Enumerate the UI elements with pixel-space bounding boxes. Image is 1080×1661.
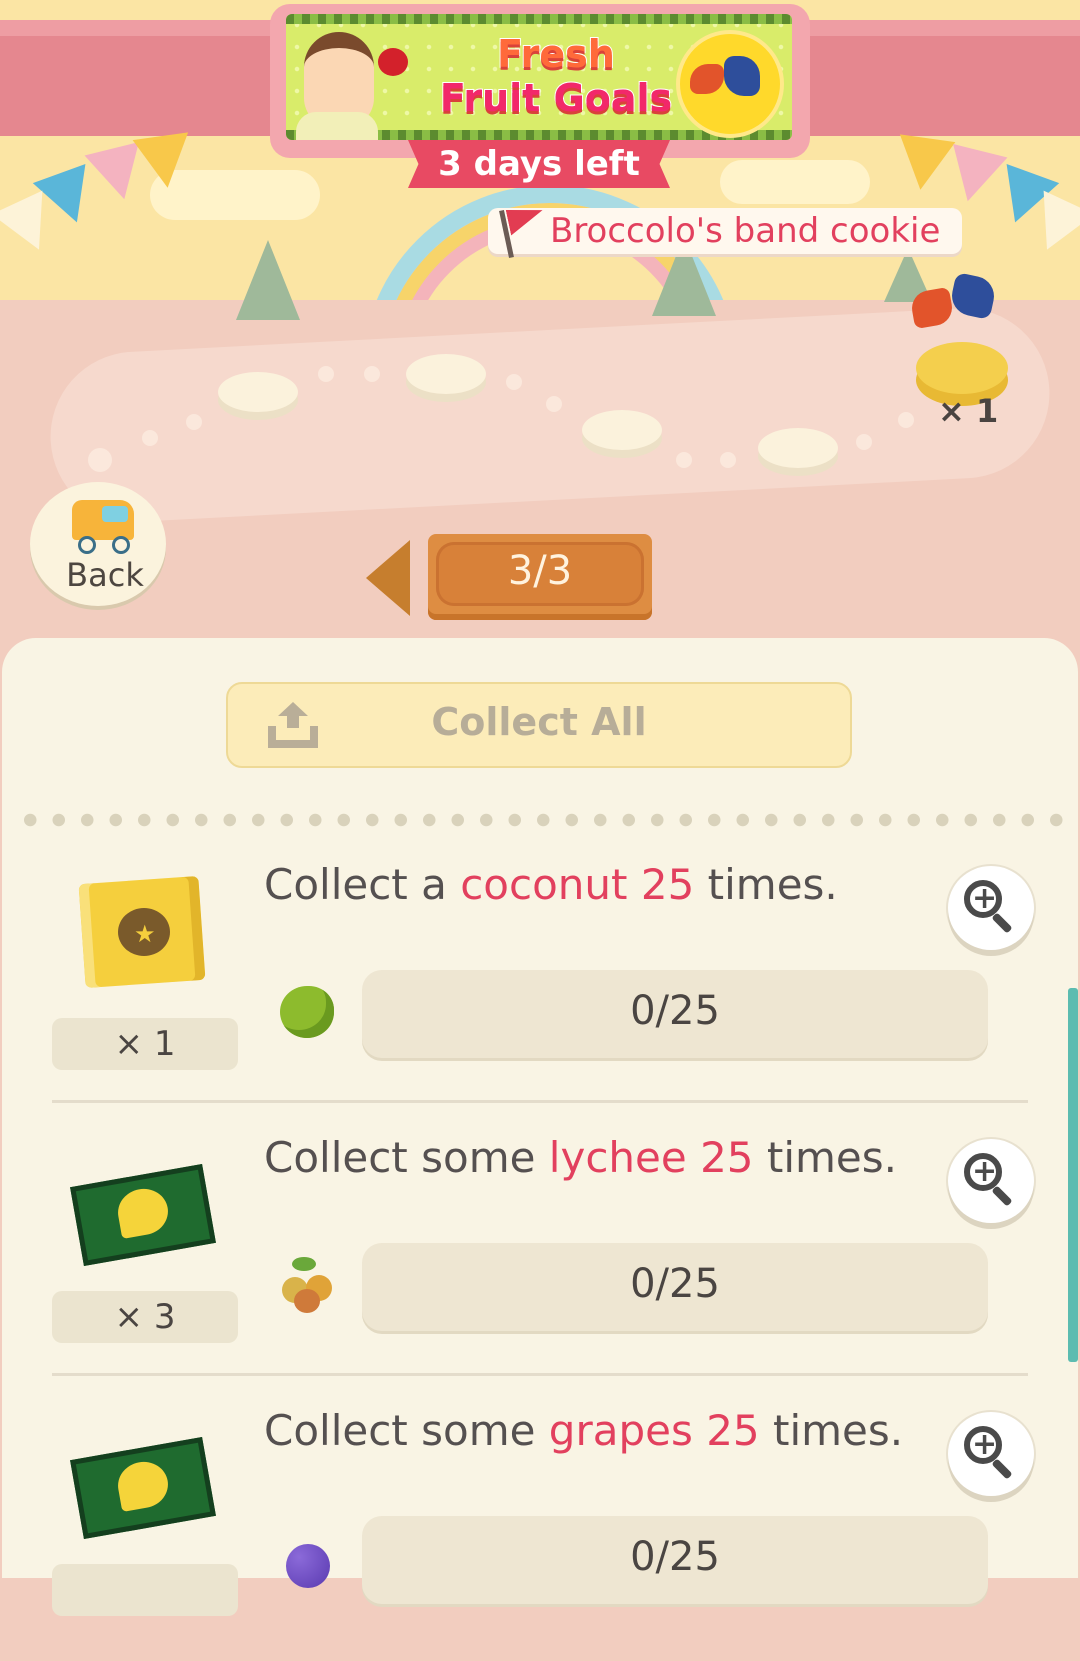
dotted-divider <box>16 812 1070 828</box>
task-row: ★ × 1 Collect a coconut 25 times. + 0/25 <box>0 842 1080 1115</box>
reward-count: × 3 <box>52 1291 238 1343</box>
task-amount: 25 <box>640 860 695 909</box>
tree <box>236 240 300 320</box>
task-text-after: times. <box>694 860 838 909</box>
progress-label: 0/25 <box>630 1534 720 1580</box>
leaf-ticket-icon <box>70 1145 220 1275</box>
task-item: lychee <box>548 1133 687 1182</box>
star-icon: ★ <box>134 920 156 948</box>
path-dot <box>546 396 562 412</box>
task-description: Collect some grapes 25 times. <box>264 1406 903 1455</box>
zoom-handle <box>991 1185 1013 1207</box>
path-dot <box>720 452 736 468</box>
reward-count: × 1 <box>52 1018 238 1070</box>
goal-reward-count: × 1 <box>938 392 999 430</box>
reward-count <box>52 1564 238 1616</box>
path-stone <box>582 410 662 450</box>
page-indicator-label: 3/3 <box>507 548 573 594</box>
task-description: Collect a coconut 25 times. <box>264 860 838 909</box>
task-item: grapes <box>548 1406 693 1455</box>
coconut-icon <box>278 982 336 1040</box>
lychee-leaf <box>292 1257 316 1271</box>
task-row: × 3 Collect some lychee 25 times. + 0/25 <box>0 1115 1080 1388</box>
path-dot <box>856 434 872 450</box>
prize-badge-icon <box>676 30 784 138</box>
path-dot <box>142 430 158 446</box>
event-title-line1: Fresh <box>496 31 616 77</box>
camper-van-window <box>102 506 128 522</box>
zoom-button[interactable]: + <box>948 866 1034 950</box>
task-row: Collect some grapes 25 times. + 0/25 <box>0 1388 1080 1661</box>
gold-map-icon: ★ <box>70 872 220 1002</box>
zoom-handle <box>991 912 1013 934</box>
task-text-before: Collect a <box>264 860 461 909</box>
row-divider <box>52 1373 1028 1376</box>
plus-icon: + <box>972 1154 998 1189</box>
days-left-ribbon: 3 days left <box>408 140 670 188</box>
prev-page-arrow-icon[interactable] <box>366 540 410 616</box>
path-dot <box>88 448 112 472</box>
task-description: Collect some lychee 25 times. <box>264 1133 897 1182</box>
pennant-flag <box>132 132 196 192</box>
progress-label: 0/25 <box>630 988 720 1034</box>
zoom-button[interactable]: + <box>948 1412 1034 1496</box>
coconut-shape <box>280 986 334 1038</box>
task-text-before: Collect some <box>264 1406 549 1455</box>
collect-all-label: Collect All <box>431 700 647 744</box>
band-cookie-icon <box>724 56 760 96</box>
path-stone <box>758 428 838 468</box>
path-dot <box>506 374 522 390</box>
progress-label: 0/25 <box>630 1261 720 1307</box>
task-text-after: times. <box>753 1133 898 1182</box>
task-amount: 25 <box>700 1133 754 1182</box>
plus-icon: + <box>972 1427 998 1462</box>
cloud <box>720 160 870 204</box>
path-stone <box>218 372 298 412</box>
prize-pedestal <box>916 342 1008 394</box>
back-label: Back <box>66 556 144 594</box>
path-stone <box>406 354 486 394</box>
band-cookie-icon <box>690 64 724 94</box>
scrollbar[interactable] <box>1068 988 1078 1362</box>
path-dot <box>676 452 692 468</box>
apple-icon <box>378 48 408 76</box>
task-amount: 25 <box>706 1406 760 1455</box>
leaf-ticket-icon <box>70 1418 220 1548</box>
row-divider <box>52 1100 1028 1103</box>
path-dot <box>364 366 380 382</box>
task-text-after: times. <box>759 1406 904 1455</box>
event-title-line2: Fruit Goals <box>439 75 673 121</box>
task-text-before: Collect some <box>264 1133 549 1182</box>
event-banner[interactable]: Fresh Fruit Goals <box>286 14 792 140</box>
van-wheel <box>78 536 96 554</box>
zoom-button[interactable]: + <box>948 1139 1034 1223</box>
lychee-fruit <box>294 1289 320 1313</box>
grape-bunch <box>286 1544 330 1588</box>
path-dot <box>186 414 202 430</box>
vine-border <box>286 14 792 24</box>
goal-reward-name: Broccolo's band cookie <box>550 211 941 251</box>
plus-icon: + <box>972 881 998 916</box>
event-title: Fresh Fruit Goals <box>406 31 706 121</box>
lychee-icon <box>278 1255 336 1313</box>
path-dot <box>318 366 334 382</box>
zoom-handle <box>991 1458 1013 1480</box>
van-wheel <box>112 536 130 554</box>
task-item: coconut <box>460 860 628 909</box>
grapes-icon <box>278 1528 336 1588</box>
path-dot <box>898 412 914 428</box>
avatar-body <box>296 112 378 140</box>
